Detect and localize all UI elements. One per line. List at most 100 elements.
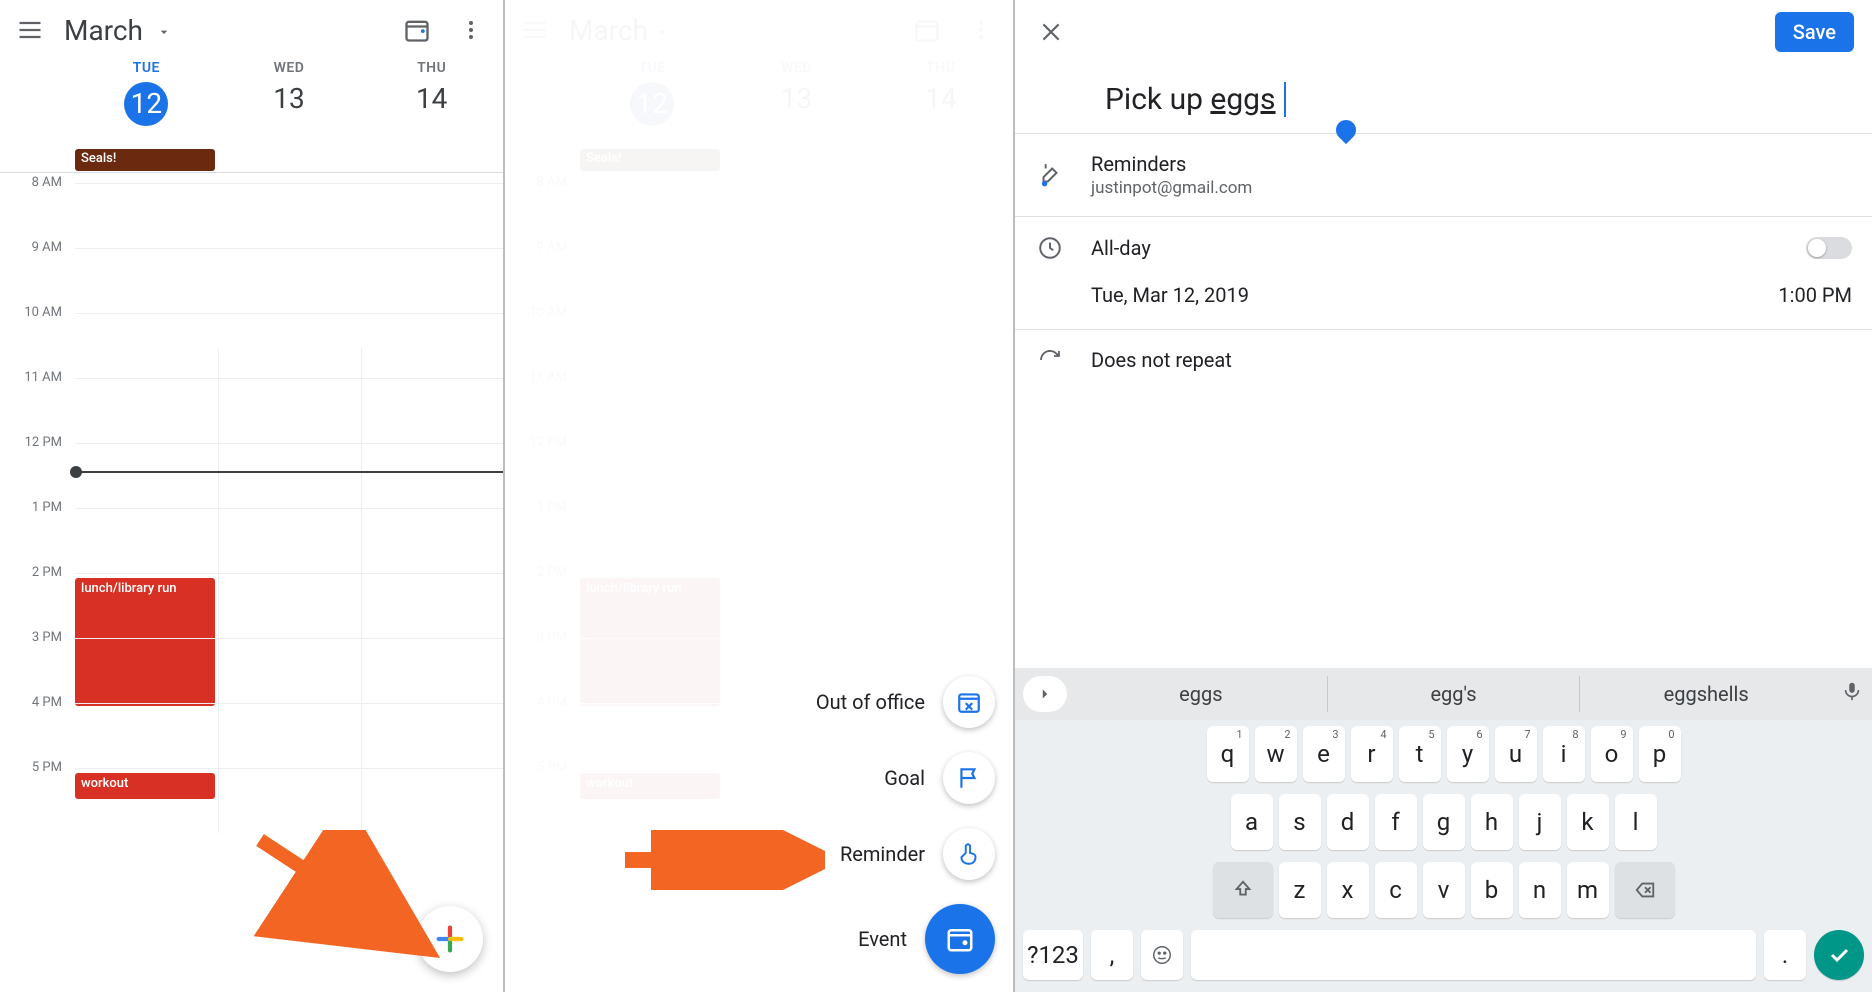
fab-item-reminder[interactable]: Reminder [840,828,995,880]
day-of-week: TUE [75,60,218,76]
key-l[interactable]: l [1615,794,1657,850]
finger-icon[interactable] [943,828,995,880]
key-emoji[interactable] [1141,930,1183,980]
day-header[interactable]: TUE12 [75,60,218,145]
key-v[interactable]: v [1423,862,1465,918]
key-b[interactable]: b [1471,862,1513,918]
hour-row: 2 PM [0,573,503,638]
fab-item-event[interactable]: Event [858,904,995,974]
chevron-down-icon [156,14,172,47]
mic-icon[interactable] [1832,680,1872,708]
fab-create-button[interactable] [417,906,483,972]
key-symbols[interactable]: ?123 [1023,930,1083,980]
key-p[interactable]: p0 [1639,726,1681,782]
key-h[interactable]: h [1471,794,1513,850]
key-e[interactable]: e3 [1303,726,1345,782]
hour-label: 8 AM [0,175,62,190]
day-number: 14 [360,82,503,115]
month-picker[interactable]: March [64,14,172,47]
save-button[interactable]: Save [1775,12,1854,52]
key-z[interactable]: z [1279,862,1321,918]
hour-label: 12 PM [0,435,62,450]
hour-row: 10 AM [0,313,503,378]
key-x[interactable]: x [1327,862,1369,918]
key-n[interactable]: n [1519,862,1561,918]
key-comma[interactable]: , [1091,930,1133,980]
suggestion-2[interactable]: egg's [1327,676,1580,712]
key-o[interactable]: o9 [1591,726,1633,782]
time-value[interactable]: 1:00 PM [1778,283,1852,307]
key-shift[interactable] [1213,862,1273,918]
key-period[interactable]: . [1764,930,1806,980]
hour-label: 10 AM [0,305,62,320]
datetime-row[interactable]: Tue, Mar 12, 2019 1:00 PM [1015,279,1872,329]
hour-row: 8 AM [0,183,503,248]
key-space[interactable] [1191,930,1756,980]
day-number: 13 [218,82,361,115]
hour-label: 3 PM [0,630,62,645]
allday-toggle[interactable] [1806,237,1852,259]
calendar-email: justinpot@gmail.com [1091,178,1852,198]
suggestion-expand-icon[interactable] [1023,676,1067,712]
key-y[interactable]: y6 [1447,726,1489,782]
fab-item-goal[interactable]: Goal [884,752,995,804]
allday-label: All-day [1091,236,1780,260]
overflow-menu-icon[interactable] [451,10,491,50]
fab-item-out-of-office[interactable]: Out of office [816,676,995,728]
suggestion-1[interactable]: eggs [1075,676,1327,712]
day-header[interactable]: THU 14 [360,60,503,145]
key-w[interactable]: w2 [1255,726,1297,782]
key-k[interactable]: k [1567,794,1609,850]
key-g[interactable]: g [1423,794,1465,850]
key-d[interactable]: d [1327,794,1369,850]
key-backspace[interactable] [1615,862,1675,918]
key-t[interactable]: t5 [1399,726,1441,782]
day-header[interactable]: WED13 [218,60,361,145]
fab-item-label: Out of office [816,690,925,714]
calendar-x-icon[interactable] [943,676,995,728]
key-c[interactable]: c [1375,862,1417,918]
hour-label: 11 AM [0,370,62,385]
today-icon[interactable] [397,10,437,50]
hour-label: 2 PM [0,565,62,580]
hour-label: 4 PM [0,695,62,710]
text-cursor [1277,82,1286,117]
calendar-name: Reminders [1091,152,1852,176]
key-r[interactable]: r4 [1351,726,1393,782]
allday-event-seals[interactable]: Seals! [75,149,215,171]
calendar-icon[interactable] [925,904,995,974]
menu-icon[interactable] [12,12,48,48]
hour-row: 4 PM [0,703,503,768]
hour-row: 12 PM [0,443,503,508]
fab-item-label: Goal [884,766,925,790]
day-of-week: THU [360,60,503,76]
hour-label: 1 PM [0,500,62,515]
date-value[interactable]: Tue, Mar 12, 2019 [1091,283,1752,307]
fab-item-label: Reminder [840,842,925,866]
key-done[interactable] [1814,930,1864,980]
flag-icon[interactable] [943,752,995,804]
hour-label: 5 PM [0,760,62,775]
title-text-part1: Pick up [1105,82,1210,117]
key-m[interactable]: m [1567,862,1609,918]
on-screen-keyboard: eggs egg's eggshells q1w2e3r4t5y6u7i8o9p… [1015,668,1872,992]
repeat-row[interactable]: Does not repeat [1015,330,1872,390]
reminder-title-input[interactable]: Pick up eggs [1105,82,1872,117]
fab-item-label: Event [858,927,907,951]
key-q[interactable]: q1 [1207,726,1249,782]
key-s[interactable]: s [1279,794,1321,850]
hour-label: 9 AM [0,240,62,255]
repeat-icon [1035,348,1065,372]
key-j[interactable]: j [1519,794,1561,850]
key-a[interactable]: a [1231,794,1273,850]
key-i[interactable]: i8 [1543,726,1585,782]
close-icon[interactable] [1033,14,1069,50]
suggestion-3[interactable]: eggshells [1579,676,1832,712]
hour-row: 11 AM [0,378,503,443]
key-u[interactable]: u7 [1495,726,1537,782]
title-text-underlined: eggs [1210,82,1275,117]
calendar-selector-row[interactable]: Reminders justinpot@gmail.com [1015,134,1872,216]
key-f[interactable]: f [1375,794,1417,850]
hour-row: 3 PM [0,638,503,703]
month-label: March [64,14,143,47]
